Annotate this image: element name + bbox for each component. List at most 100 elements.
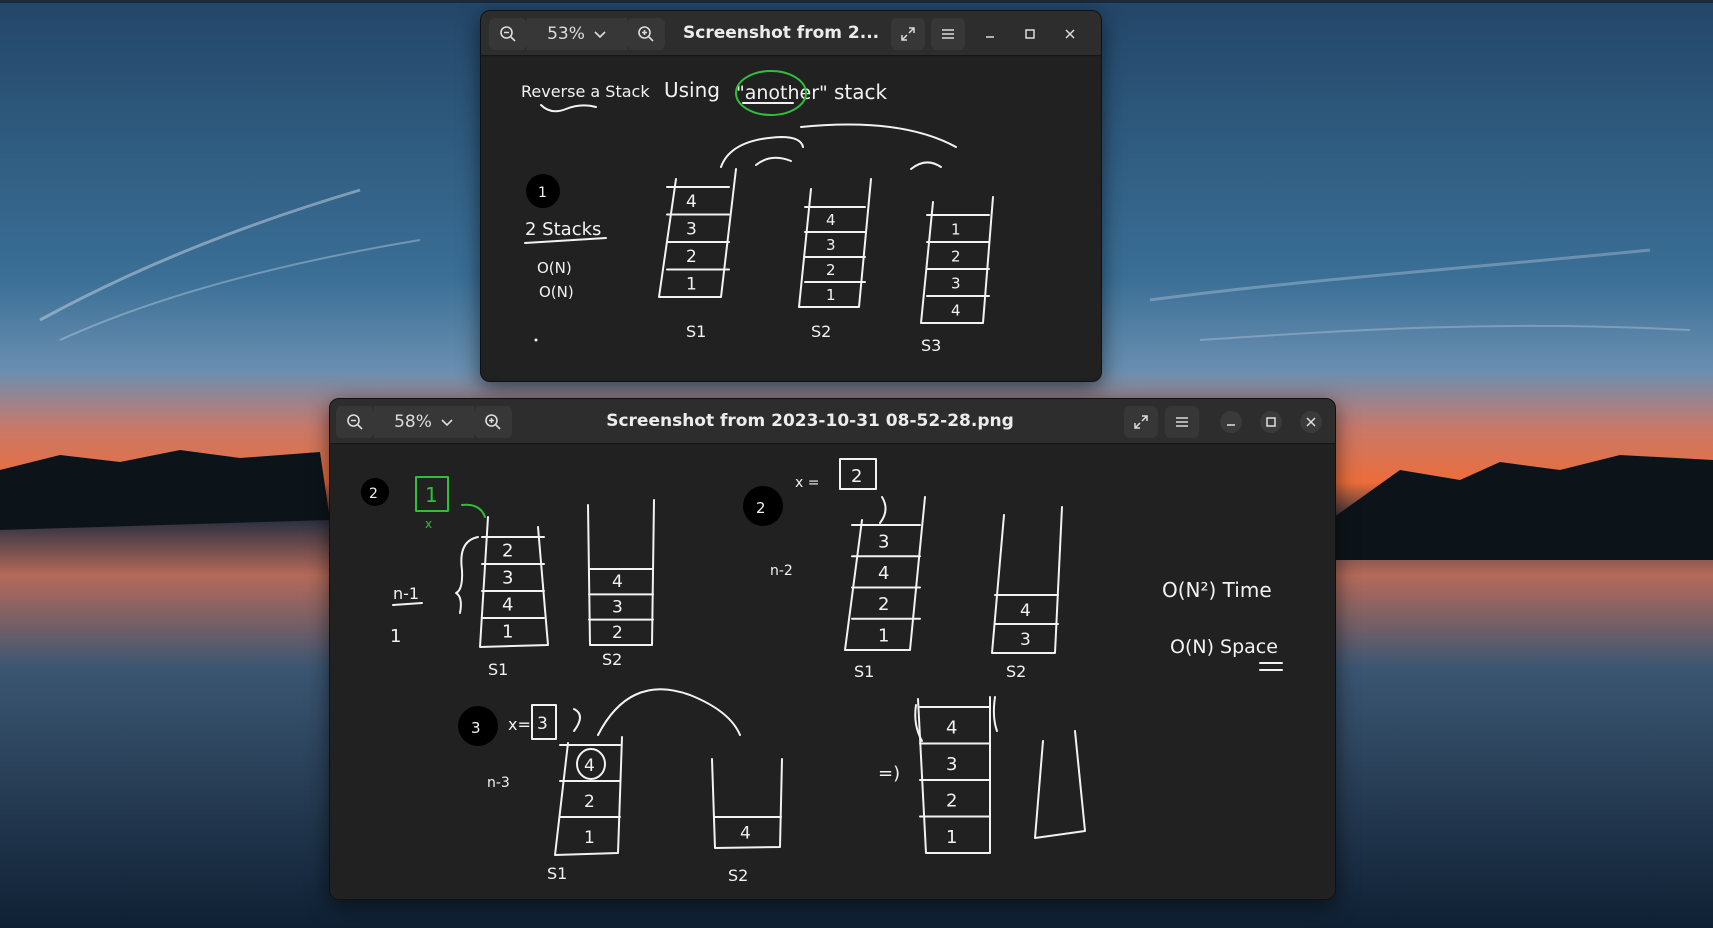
- stack-item: 4: [826, 211, 836, 229]
- stack-item: 3: [502, 567, 513, 588]
- minimize-icon: [986, 36, 994, 38]
- stack-item: 2: [502, 540, 513, 561]
- close-icon: [1306, 417, 1316, 427]
- zoom-level-value: 58%: [394, 412, 432, 432]
- stack-s1: 4 3 2 1: [658, 168, 737, 298]
- titlebar: 58% Screenshot from 2023-10-31 08-52-28.…: [330, 399, 1335, 444]
- boxed-c-value: 3: [537, 714, 548, 734]
- stack-item: 3: [946, 754, 957, 775]
- maximize-button[interactable]: [1260, 411, 1282, 433]
- stack-c-s2: 4: [711, 758, 783, 849]
- step-c-number: 3: [471, 719, 481, 737]
- menu-button[interactable]: [1165, 406, 1199, 438]
- maximize-button[interactable]: [1015, 18, 1045, 50]
- titlebar: 53% Screenshot from 2...: [481, 11, 1101, 56]
- stack-item: 4: [740, 824, 751, 844]
- stack-item: 4: [584, 756, 595, 776]
- time-complexity-text: O(N²) Time: [1162, 578, 1272, 602]
- a-s1-label: S1: [488, 660, 508, 679]
- stack-item: 1: [946, 827, 957, 848]
- c-s1-label: S1: [547, 864, 567, 883]
- stack-item: 3: [1020, 630, 1031, 650]
- implies-text: =): [878, 763, 900, 784]
- c-s2-label: S2: [728, 866, 748, 885]
- using-text: Using: [664, 78, 720, 102]
- stack-item: 1: [502, 621, 513, 642]
- stack-item: 4: [946, 717, 957, 738]
- x-eq-b: x =: [795, 475, 819, 491]
- maximize-icon: [1266, 417, 1276, 427]
- stack-item: 1: [584, 828, 595, 848]
- space-complexity-text: O(N) Space: [1170, 636, 1278, 658]
- close-button[interactable]: [1055, 18, 1085, 50]
- stack-item: 2: [584, 792, 595, 812]
- zoom-out-icon: [500, 26, 516, 42]
- stack-s3: 1 2 3 4: [920, 196, 994, 324]
- chevron-down-icon: [441, 419, 453, 427]
- menu-button[interactable]: [931, 18, 965, 50]
- s3-label: S3: [921, 336, 941, 355]
- zoom-out-icon: [347, 414, 363, 430]
- stack-item: 3: [878, 532, 889, 553]
- a-s2-label: S2: [602, 650, 622, 669]
- close-icon: [1065, 29, 1075, 39]
- two-stacks-text: 2 Stacks: [525, 219, 601, 240]
- stack-item: 1: [878, 625, 889, 646]
- image-canvas: 2 1 x n-1 1 2341 432 S1 S2 2 x = 2 n-2 3…: [330, 445, 1335, 899]
- minimize-button[interactable]: [1220, 411, 1242, 433]
- x-mark: x: [425, 517, 432, 531]
- space-complexity-text: O(N): [539, 283, 574, 301]
- image-viewer-window-bottom: 58% Screenshot from 2023-10-31 08-52-28.…: [329, 398, 1336, 900]
- stack-item: 2: [878, 594, 889, 615]
- stack-item: 3: [826, 236, 836, 254]
- zoom-in-button[interactable]: [474, 406, 512, 438]
- stack-d: 4 3 2 1: [917, 696, 991, 854]
- stack-item: 1: [686, 274, 697, 294]
- zoom-out-button[interactable]: [336, 406, 374, 438]
- n-minus-2-text: n-2: [770, 563, 793, 579]
- stack-word-text: stack: [834, 80, 888, 104]
- another-text: "another": [736, 82, 828, 104]
- stack-item: 4: [878, 563, 889, 584]
- heading-text: Reverse a Stack: [521, 82, 650, 101]
- stack-item: 1: [826, 286, 836, 304]
- stack-s2: 4 3 2 1: [798, 178, 872, 308]
- fullscreen-button[interactable]: [891, 18, 925, 50]
- stack-item: 2: [946, 790, 957, 811]
- step-b-number: 2: [756, 499, 766, 517]
- image-viewer-window-top: 53% Screenshot from 2... Reverse a Stack…: [480, 10, 1102, 382]
- fullscreen-icon: [901, 27, 915, 41]
- zoom-level-dropdown[interactable]: 53%: [527, 18, 627, 50]
- zoom-in-button[interactable]: [627, 18, 665, 50]
- fullscreen-button[interactable]: [1124, 406, 1158, 438]
- x-eq-c: x=: [508, 715, 531, 734]
- b-s1-label: S1: [854, 662, 874, 681]
- handwritten-notes-top: Reverse a Stack Using "another" stack 1 …: [521, 70, 994, 355]
- chevron-down-icon: [594, 31, 606, 39]
- n-minus-1-text: n-1: [393, 584, 419, 603]
- minimize-button[interactable]: [975, 18, 1005, 50]
- b-s2-label: S2: [1006, 662, 1026, 681]
- zoom-out-button[interactable]: [489, 18, 527, 50]
- stack-item: 3: [951, 274, 961, 292]
- boxed-b-value: 2: [851, 466, 862, 487]
- minimize-icon: [1227, 424, 1235, 426]
- stack-b-s1: 3 4 2 1: [844, 496, 926, 651]
- window-title: Screenshot from 2...: [683, 23, 880, 43]
- step-1-number: 1: [538, 185, 547, 201]
- stack-a-s1: 2 3 4 1: [479, 516, 549, 648]
- stack-item: 1: [951, 220, 961, 238]
- n-minus-3-text: n-3: [487, 775, 510, 791]
- zoom-level-dropdown[interactable]: 58%: [374, 406, 474, 438]
- stack-b-s2: 43: [991, 506, 1063, 654]
- maximize-icon: [1025, 29, 1035, 39]
- boxed-a-value: 1: [425, 483, 438, 507]
- empty-stack: [1034, 730, 1086, 839]
- time-complexity-text: O(N): [537, 259, 572, 277]
- close-button[interactable]: [1300, 411, 1322, 433]
- stack-item: 2: [951, 247, 961, 265]
- stack-item: 3: [686, 219, 697, 239]
- stack-item: 4: [686, 192, 697, 212]
- menu-icon: [942, 29, 954, 39]
- stack-item: 2: [826, 261, 836, 279]
